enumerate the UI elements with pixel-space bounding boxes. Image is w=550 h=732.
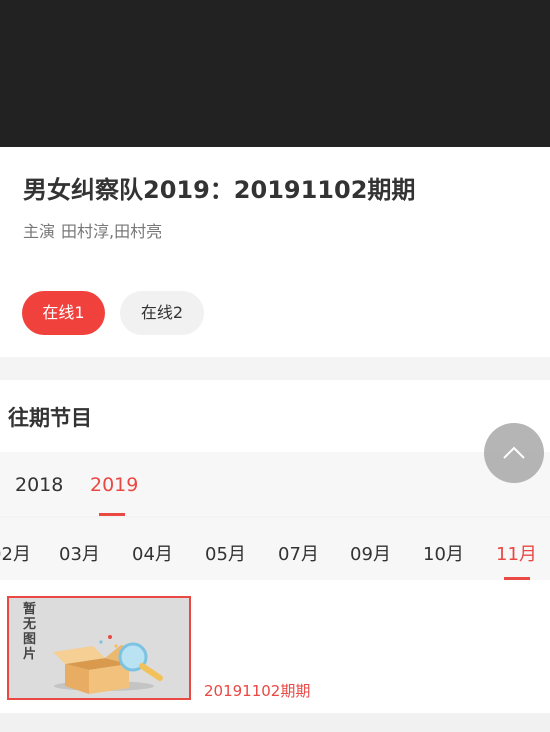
tab-month-05[interactable]: 05月 <box>205 540 246 566</box>
chevron-up-icon <box>503 446 525 459</box>
bottom-spacer <box>0 713 550 732</box>
show-info-card <box>0 147 550 270</box>
show-cast: 主演 田村淳,田村亮 <box>23 218 162 242</box>
tab-month-07[interactable]: 07月 <box>278 540 319 566</box>
source-button-1[interactable]: 在线1 <box>22 291 105 335</box>
year-tabs <box>0 452 550 516</box>
tab-month-04[interactable]: 04月 <box>132 540 173 566</box>
tab-month-10[interactable]: 10月 <box>423 540 464 566</box>
tab-month-09[interactable]: 09月 <box>350 540 391 566</box>
episode-label[interactable]: 20191102期期 <box>204 680 310 701</box>
scroll-to-top-button[interactable] <box>484 423 544 483</box>
tab-month-02[interactable]: 02月 <box>0 540 31 566</box>
show-title: 男女纠察队2019：20191102期期 <box>23 176 416 204</box>
tab-month-03[interactable]: 03月 <box>59 540 100 566</box>
past-episodes-title: 往期节目 <box>8 406 92 430</box>
empty-box-icon <box>53 635 163 694</box>
video-player[interactable] <box>0 0 550 147</box>
cast-label: 主演 <box>23 222 56 241</box>
cast-names: 田村淳,田村亮 <box>61 222 163 241</box>
tab-year-2019[interactable]: 2019 <box>90 474 138 496</box>
year-tab-indicator <box>99 513 125 516</box>
tab-year-2018[interactable]: 2018 <box>15 474 63 496</box>
tab-month-11[interactable]: 11月 <box>496 540 537 566</box>
episode-thumbnail[interactable]: 暂无图片 <box>7 596 191 700</box>
source-button-2[interactable]: 在线2 <box>120 291 204 335</box>
